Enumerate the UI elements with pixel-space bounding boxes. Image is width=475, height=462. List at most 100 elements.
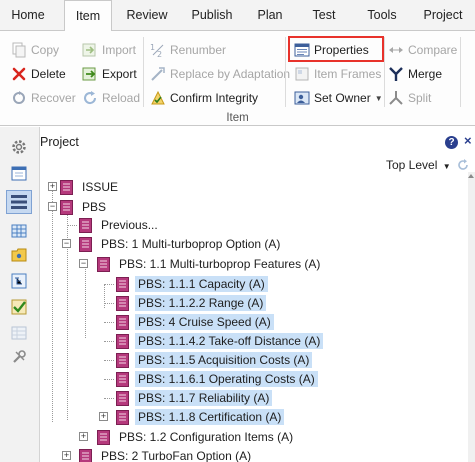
split-icon: [388, 90, 404, 106]
folder-user-icon[interactable]: [10, 246, 28, 264]
tree-item-label: PBS: 1.1.2.2 Range (A): [135, 295, 267, 311]
item-document-icon: [97, 429, 110, 445]
tree-item[interactable]: PBS: [60, 198, 109, 216]
recover-button[interactable]: Recover: [11, 87, 76, 109]
list-view-icon[interactable]: [6, 190, 32, 214]
svg-text:1: 1: [150, 43, 155, 52]
project-tree: + ISSUE − PBS Previous... − PBS: 1 Multi-turbo…: [40, 172, 468, 462]
tree-connector-line: [104, 303, 114, 304]
item-document-icon: [116, 352, 129, 368]
import-icon: [82, 42, 98, 58]
tree-item-label: PBS: 1.1.5 Acquisition Costs (A): [135, 352, 313, 368]
gear-icon[interactable]: [10, 138, 28, 156]
top-level-label: Top Level: [386, 158, 438, 172]
tree-item-label: PBS: 1 Multi-turboprop Option (A): [101, 237, 281, 251]
delete-label: Delete: [31, 67, 66, 81]
copy-button[interactable]: Copy: [11, 39, 59, 61]
tree-connector-line: [85, 264, 86, 338]
renumber-button[interactable]: 12 Renumber: [150, 39, 226, 61]
set-owner-button[interactable]: Set Owner ▼: [294, 87, 383, 109]
tree-item[interactable]: PBS: 1.1.6.1 Operating Costs (A): [116, 370, 318, 388]
tab-item[interactable]: Item: [64, 0, 112, 31]
table-icon[interactable]: [10, 222, 28, 240]
replace-by-adaptation-button[interactable]: Replace by Adaptation: [150, 63, 290, 85]
tree-item[interactable]: PBS: 1 Multi-turboprop Option (A): [79, 235, 283, 253]
tree-item-label: PBS: 1.1.1 Capacity (A): [135, 276, 268, 292]
close-icon[interactable]: ×: [464, 133, 472, 148]
item-document-icon: [116, 333, 129, 349]
tree-doc-icon[interactable]: [10, 272, 28, 290]
tree-item[interactable]: PBS: 1.1.2.2 Range (A): [116, 294, 267, 312]
collapse-icon[interactable]: −: [62, 239, 71, 248]
reload-button[interactable]: Reload: [82, 87, 140, 109]
tree-item-label: PBS: 4 Cruise Speed (A): [135, 314, 274, 330]
tree-item[interactable]: PBS: 1.1.1 Capacity (A): [116, 275, 268, 293]
item-document-icon: [60, 179, 73, 195]
collapse-icon[interactable]: −: [48, 202, 57, 211]
item-frames-button[interactable]: Item Frames: [294, 63, 381, 85]
grid-disabled-icon[interactable]: [10, 324, 28, 342]
copy-label: Copy: [31, 43, 60, 57]
copy-icon: [11, 42, 27, 58]
tab-tools[interactable]: Tools: [360, 0, 404, 30]
group-divider: [285, 37, 286, 107]
chevron-down-icon: ▼: [442, 162, 451, 171]
checklist-icon[interactable]: [10, 298, 28, 316]
split-button[interactable]: Split: [388, 87, 431, 109]
confirm-integrity-label: Confirm Integrity: [170, 91, 259, 105]
tree-item[interactable]: PBS: 1.2 Configuration Items (A): [97, 428, 296, 446]
tree-item-label: PBS: 1.1.7 Reliability (A): [135, 390, 273, 406]
tree-connector-line: [104, 360, 114, 361]
tree-item[interactable]: PBS: 1.1.4.2 Take-off Distance (A): [116, 332, 324, 350]
tree-item[interactable]: PBS: 1.1.5 Acquisition Costs (A): [116, 351, 313, 369]
refresh-icon[interactable]: [457, 159, 469, 171]
item-document-icon: [116, 371, 129, 387]
vertical-scrollbar[interactable]: [468, 172, 475, 462]
expand-icon[interactable]: +: [99, 412, 108, 421]
export-label: Export: [102, 67, 137, 81]
help-icon[interactable]: ?: [445, 136, 458, 149]
chevron-down-icon: ▼: [374, 93, 383, 103]
tab-publish[interactable]: Publish: [184, 0, 240, 30]
scroll-up-arrow-icon[interactable]: [468, 174, 474, 178]
tree-item[interactable]: PBS: 1.1.8 Certification (A): [116, 408, 285, 426]
item-document-icon: [79, 448, 92, 462]
tab-review[interactable]: Review: [120, 0, 174, 30]
tab-test[interactable]: Test: [304, 0, 344, 30]
expand-icon[interactable]: +: [62, 451, 71, 460]
tree-item[interactable]: ISSUE: [60, 178, 121, 196]
tree-item[interactable]: PBS: 1.1.7 Reliability (A): [116, 389, 273, 407]
compare-button[interactable]: Compare: [388, 39, 457, 61]
merge-button[interactable]: Merge: [388, 63, 442, 85]
export-button[interactable]: Export: [82, 63, 137, 85]
tree-item-label: Previous...: [101, 218, 158, 232]
confirm-integrity-button[interactable]: Confirm Integrity: [150, 87, 258, 109]
item-document-icon: [60, 199, 73, 215]
top-level-dropdown[interactable]: Top Level ▼: [386, 158, 469, 172]
tab-plan[interactable]: Plan: [250, 0, 290, 30]
wrench-icon[interactable]: [10, 348, 28, 366]
collapse-icon[interactable]: −: [79, 259, 88, 268]
properties-highlight-box: [288, 36, 384, 62]
delete-button[interactable]: Delete: [11, 63, 66, 85]
item-document-icon: [116, 409, 129, 425]
tab-home[interactable]: Home: [0, 0, 56, 30]
split-label: Split: [408, 91, 432, 105]
tree-item[interactable]: Previous...: [79, 216, 161, 234]
item-document-icon: [79, 236, 92, 252]
calendar-icon[interactable]: [10, 164, 28, 182]
tab-project[interactable]: Project: [416, 0, 470, 30]
delete-x-icon: [11, 66, 27, 82]
integrity-icon: [150, 90, 166, 106]
tree-item-label: PBS: 1.1.4.2 Take-off Distance (A): [135, 333, 324, 349]
ribbon-panel: Copy Delete Recover Import Export Reload…: [0, 30, 475, 126]
tree-item[interactable]: PBS: 2 TurboFan Option (A): [79, 447, 254, 462]
tree-item[interactable]: PBS: 4 Cruise Speed (A): [116, 313, 274, 331]
expand-icon[interactable]: +: [79, 432, 88, 441]
item-frames-icon: [294, 66, 310, 82]
expand-icon[interactable]: +: [48, 182, 57, 191]
import-button[interactable]: Import: [82, 39, 136, 61]
tree-item[interactable]: PBS: 1.1 Multi-turboprop Features (A): [97, 255, 323, 273]
item-document-icon: [79, 217, 92, 233]
set-owner-icon: [294, 90, 310, 106]
